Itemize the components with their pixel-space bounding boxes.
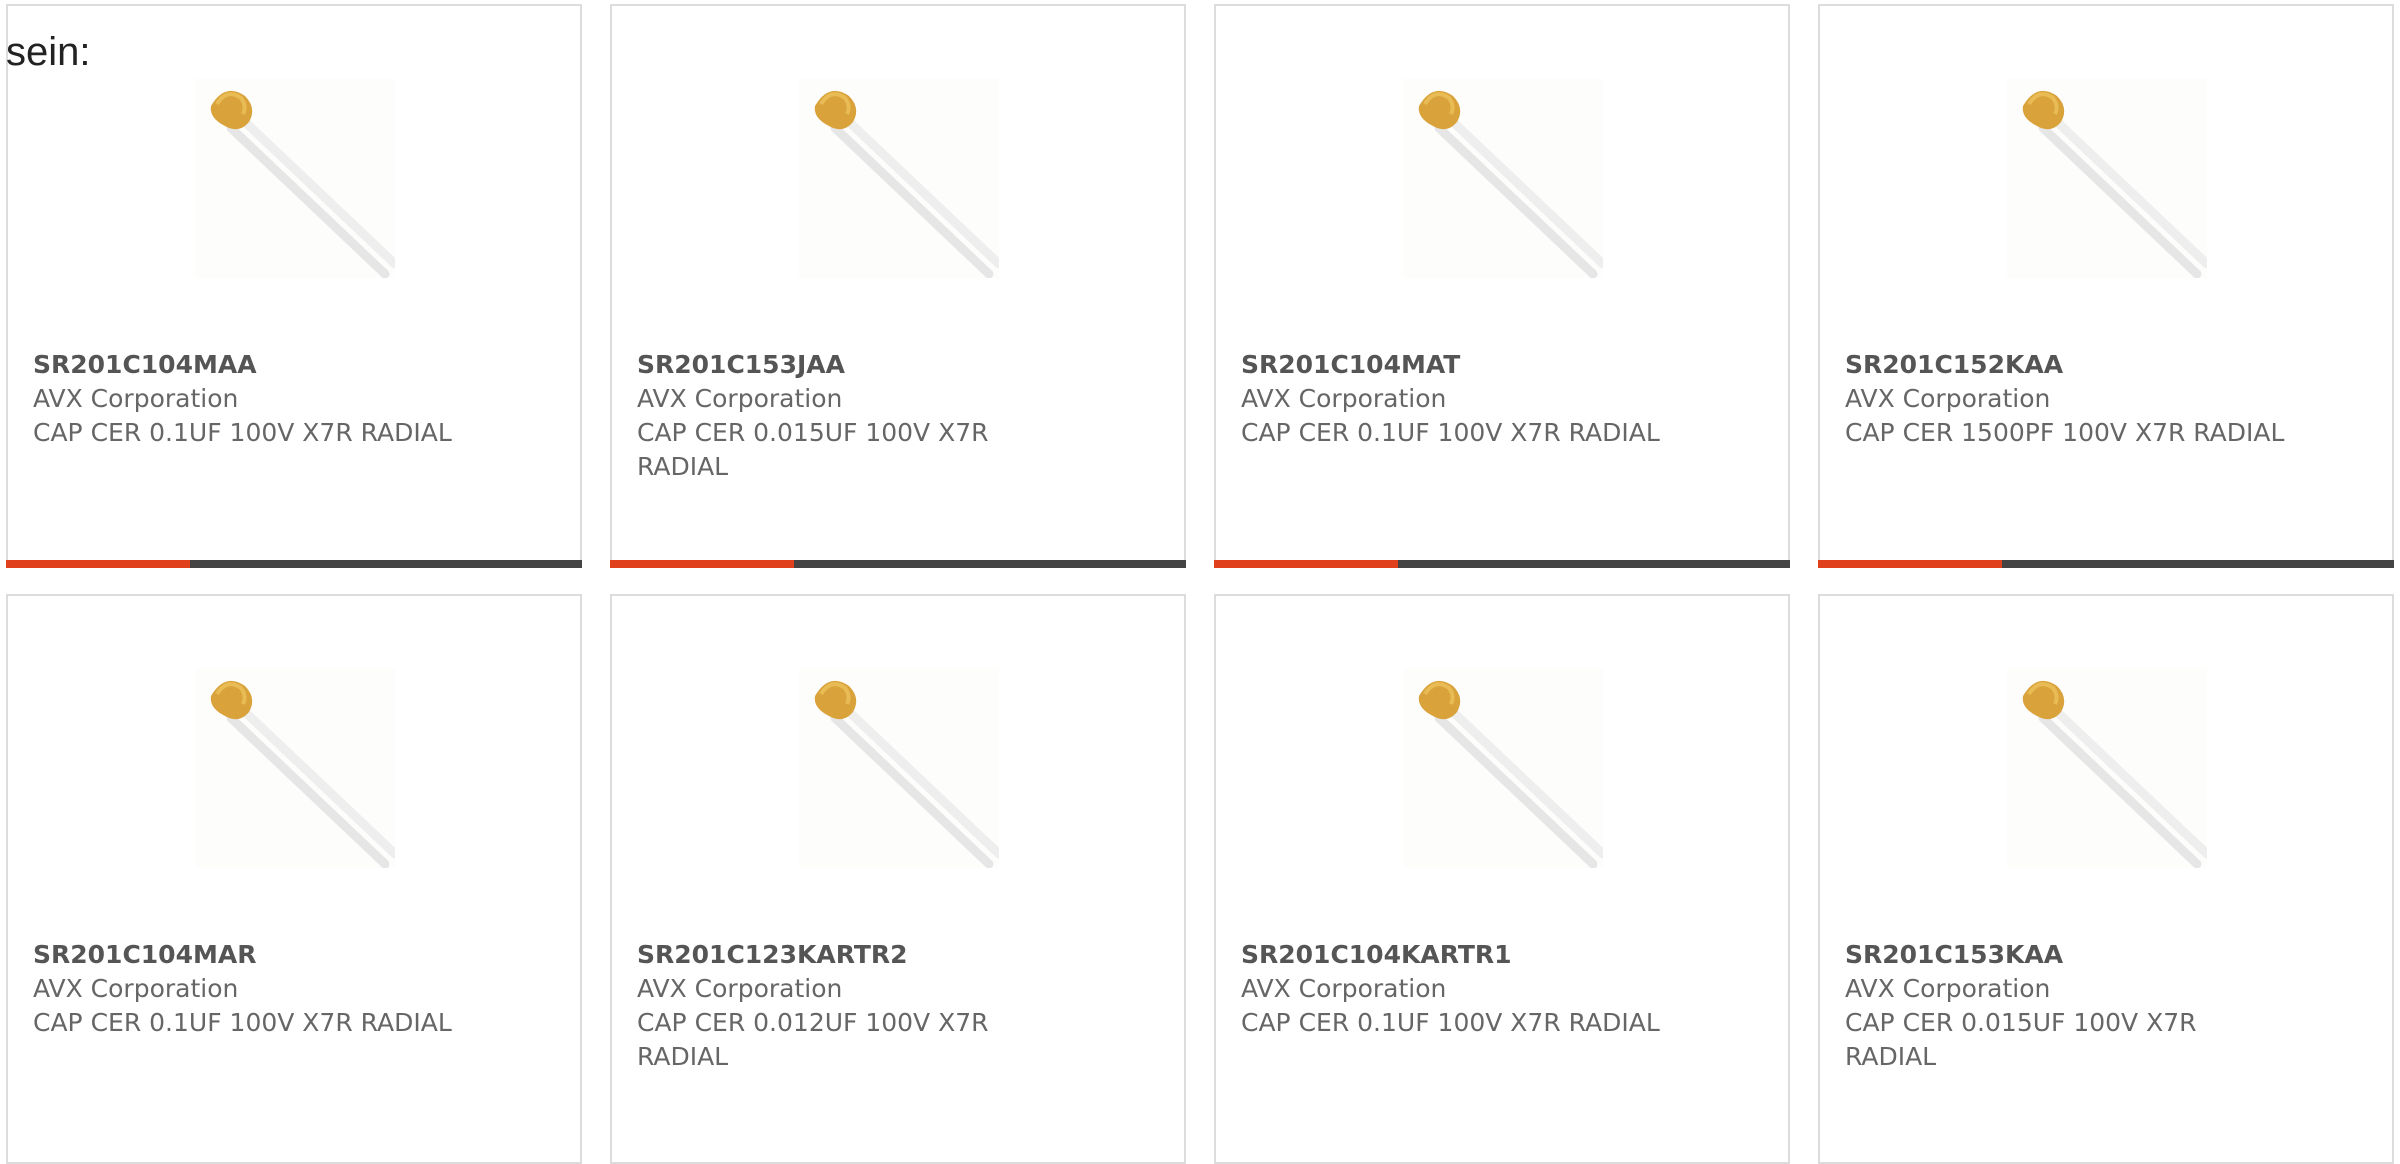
card-accent-bar — [6, 560, 582, 568]
product-card[interactable]: SR201C153JAA AVX Corporation CAP CER 0.0… — [610, 4, 1186, 568]
card-accent-bar — [1818, 560, 2394, 568]
lead-text: sein: — [6, 30, 91, 74]
description-label: CAP CER 0.1UF 100V X7R RADIAL — [33, 418, 452, 447]
card-accent-bar — [610, 560, 1186, 568]
product-card[interactable]: SR201C104MAA AVX Corporation CAP CER 0.1… — [6, 4, 582, 568]
radial-capacitor-image[interactable] — [1403, 668, 1603, 868]
description-label: CAP CER 0.1UF 100V X7R RADIAL — [33, 1008, 452, 1037]
card-accent-highlight — [610, 560, 794, 568]
radial-capacitor-image[interactable] — [2007, 668, 2207, 868]
part-number-link[interactable]: SR201C104KARTR1 — [1241, 938, 1681, 972]
card-accent-bar — [1214, 560, 1790, 568]
description-label: CAP CER 0.015UF 100V X7R RADIAL — [637, 418, 989, 481]
card-accent-highlight — [1214, 560, 1398, 568]
radial-capacitor-image[interactable] — [195, 668, 395, 868]
product-card[interactable]: SR201C104KARTR1 AVX Corporation CAP CER … — [1214, 594, 1790, 1164]
part-number-link[interactable]: SR201C152KAA — [1845, 348, 2285, 382]
manufacturer-label: AVX Corporation — [1845, 384, 2051, 413]
description-label: CAP CER 0.1UF 100V X7R RADIAL — [1241, 1008, 1660, 1037]
card-accent-highlight — [1818, 560, 2002, 568]
radial-capacitor-image[interactable] — [799, 668, 999, 868]
radial-capacitor-image[interactable] — [2007, 78, 2207, 278]
product-card[interactable]: SR201C123KARTR2 AVX Corporation CAP CER … — [610, 594, 1186, 1164]
radial-capacitor-image[interactable] — [1403, 78, 1603, 278]
product-card[interactable]: SR201C104MAR AVX Corporation CAP CER 0.1… — [6, 594, 582, 1164]
manufacturer-label: AVX Corporation — [1241, 384, 1447, 413]
radial-capacitor-image[interactable] — [195, 78, 395, 278]
manufacturer-label: AVX Corporation — [33, 384, 239, 413]
card-accent-highlight — [6, 560, 190, 568]
manufacturer-label: AVX Corporation — [637, 384, 843, 413]
description-label: CAP CER 0.1UF 100V X7R RADIAL — [1241, 418, 1660, 447]
manufacturer-label: AVX Corporation — [1241, 974, 1447, 1003]
part-number-link[interactable]: SR201C104MAT — [1241, 348, 1681, 382]
radial-capacitor-image[interactable] — [799, 78, 999, 278]
part-number-link[interactable]: SR201C104MAA — [33, 348, 473, 382]
product-card[interactable]: SR201C104MAT AVX Corporation CAP CER 0.1… — [1214, 4, 1790, 568]
manufacturer-label: AVX Corporation — [33, 974, 239, 1003]
part-number-link[interactable]: SR201C123KARTR2 — [637, 938, 1077, 972]
part-number-link[interactable]: SR201C153JAA — [637, 348, 1077, 382]
description-label: CAP CER 0.015UF 100V X7R RADIAL — [1845, 1008, 2197, 1071]
part-number-link[interactable]: SR201C153KAA — [1845, 938, 2285, 972]
part-number-link[interactable]: SR201C104MAR — [33, 938, 473, 972]
description-label: CAP CER 0.012UF 100V X7R RADIAL — [637, 1008, 989, 1071]
product-grid: SR201C104MAA AVX Corporation CAP CER 0.1… — [0, 0, 2400, 1164]
manufacturer-label: AVX Corporation — [1845, 974, 2051, 1003]
product-card[interactable]: SR201C153KAA AVX Corporation CAP CER 0.0… — [1818, 594, 2394, 1164]
product-card[interactable]: SR201C152KAA AVX Corporation CAP CER 150… — [1818, 4, 2394, 568]
description-label: CAP CER 1500PF 100V X7R RADIAL — [1845, 418, 2285, 447]
manufacturer-label: AVX Corporation — [637, 974, 843, 1003]
